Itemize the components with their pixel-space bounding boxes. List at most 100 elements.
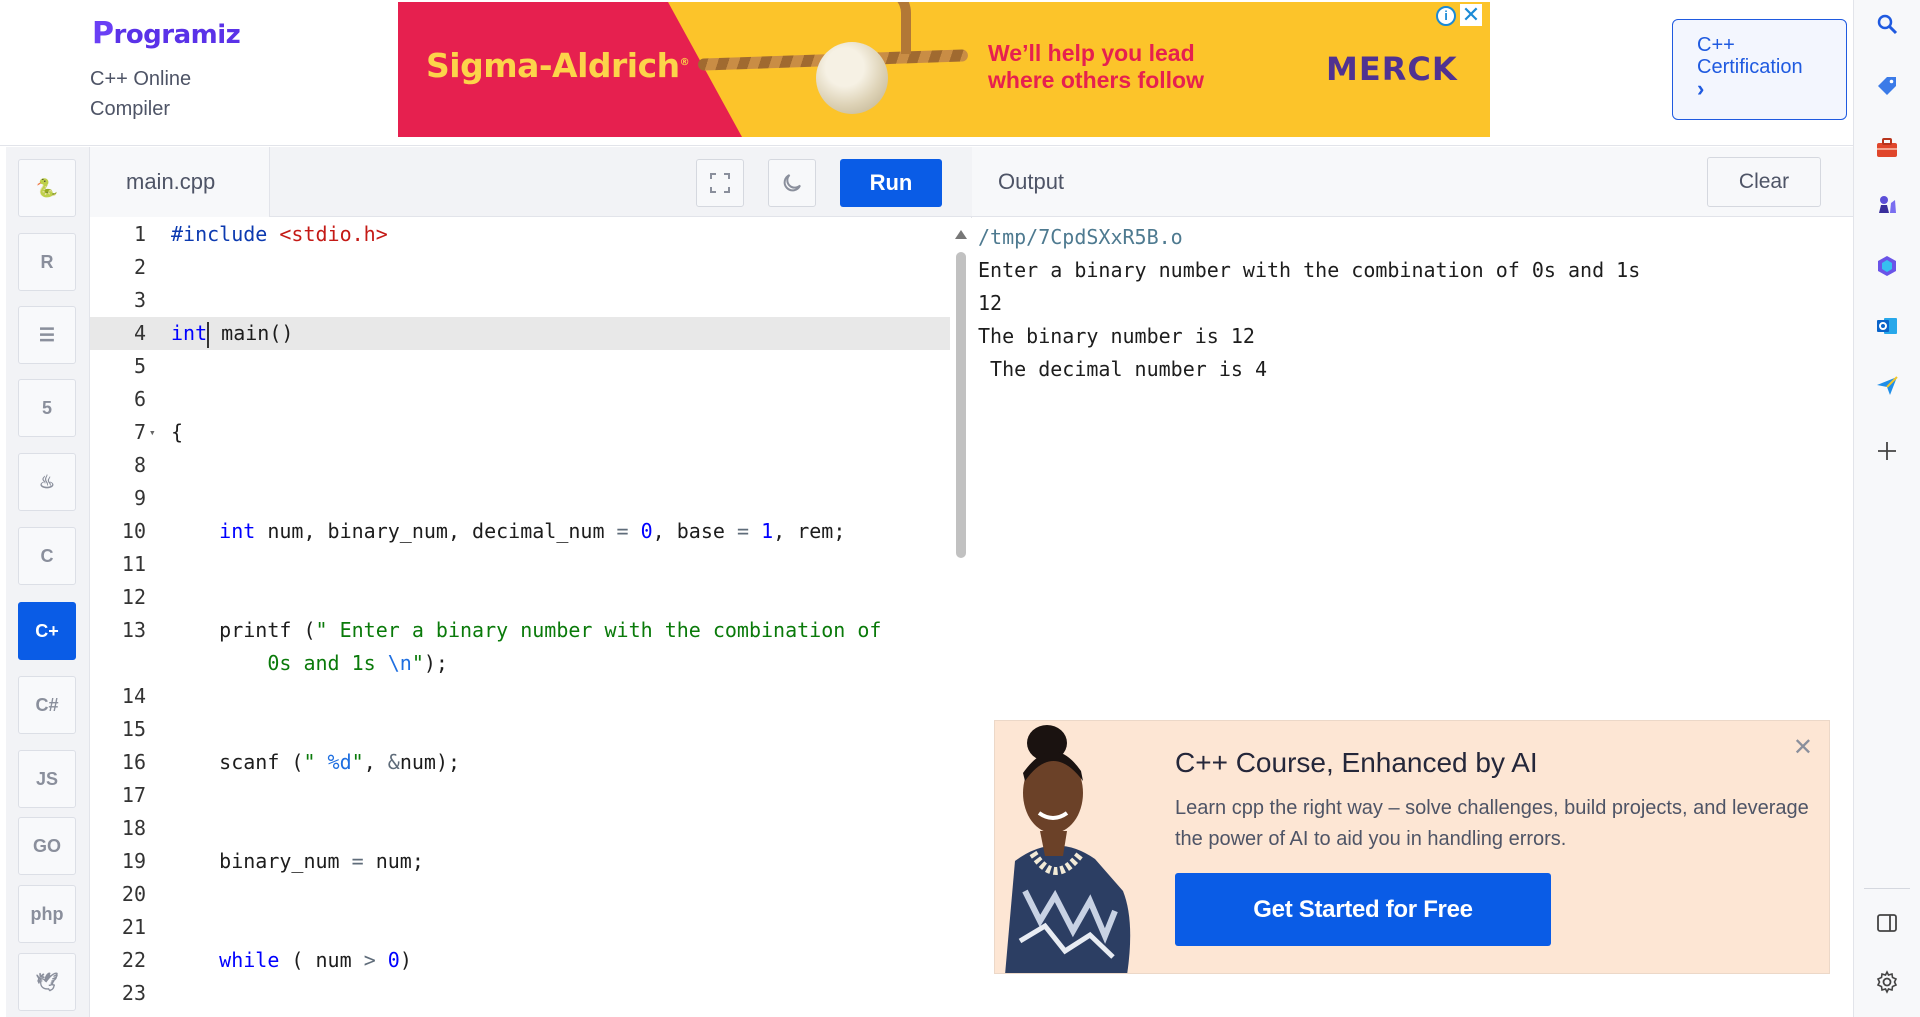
clear-button[interactable]: Clear <box>1707 157 1821 207</box>
code-line[interactable]: 17 <box>90 779 950 812</box>
code-token: = <box>351 849 364 873</box>
browser-side-rail <box>1853 0 1920 1017</box>
fold-arrow-icon[interactable]: ▾ <box>149 416 156 449</box>
output-console[interactable]: /tmp/7CpdSXxR5B.o Enter a binary number w… <box>978 221 1640 386</box>
code-line[interactable]: 3 <box>90 284 950 317</box>
search-icon[interactable] <box>1873 10 1901 38</box>
python-icon: 🐍 <box>35 177 59 198</box>
language-button-go[interactable]: GO <box>18 817 76 875</box>
dark-mode-button[interactable] <box>768 159 816 207</box>
swift-icon: 🕊 <box>35 971 59 992</box>
code-line[interactable]: 6 <box>90 383 950 416</box>
code-line[interactable]: 11 <box>90 548 950 581</box>
language-button-javascript[interactable]: JS <box>18 750 76 808</box>
code-line[interactable]: 4 int main() <box>90 317 950 350</box>
language-button-java[interactable]: ♨ <box>18 453 76 511</box>
code-token: num, binary_num, decimal_num <box>255 519 617 543</box>
code-line[interactable]: 18 <box>90 812 950 845</box>
ad-tagline: We’ll help you lead where others follow <box>988 40 1204 93</box>
code-line[interactable]: 20 <box>90 878 950 911</box>
js-icon: JS <box>35 768 59 789</box>
language-button-html[interactable]: 5 <box>18 379 76 437</box>
chess-icon[interactable] <box>1873 190 1901 218</box>
code-line[interactable]: 21 <box>90 911 950 944</box>
line-number: 11 <box>121 552 146 576</box>
course-promo-card: C++ Course, Enhanced by AI Learn cpp the… <box>994 720 1830 974</box>
promo-close-icon[interactable]: ✕ <box>1793 733 1813 762</box>
code-line[interactable]: 9 <box>90 482 950 515</box>
send-icon[interactable] <box>1873 372 1901 400</box>
code-line[interactable]: 12 <box>90 581 950 614</box>
code-token: 0 <box>387 948 400 972</box>
editor-toolbar: main.cpp Run <box>90 147 972 217</box>
code-line[interactable]: 0s and 1s \n"); <box>90 647 950 680</box>
language-button-python[interactable]: 🐍 <box>18 159 76 217</box>
copilot-icon[interactable] <box>1873 252 1901 280</box>
language-button-csharp[interactable]: C# <box>18 676 76 734</box>
certification-link[interactable]: C++ Certification › <box>1672 19 1847 120</box>
code-token: binary_num <box>171 849 352 873</box>
ad-banner[interactable]: Sigma-Aldrich® We’ll help you lead where… <box>398 2 1490 137</box>
code-line[interactable]: 7 ▾ { <box>90 416 950 449</box>
briefcase-icon[interactable] <box>1873 134 1901 162</box>
programiz-logo[interactable]: Programiz <box>92 16 241 51</box>
code-line[interactable]: 5 <box>90 350 950 383</box>
code-token: 0 <box>640 519 653 543</box>
code-line[interactable]: 15 <box>90 713 950 746</box>
add-icon[interactable] <box>1873 437 1901 465</box>
run-button[interactable]: Run <box>840 159 942 207</box>
code-line[interactable]: 22 while ( num > 0) <box>90 944 950 977</box>
code-line[interactable]: 10 int num, binary_num, decimal_num = 0,… <box>90 515 950 548</box>
promo-title: C++ Course, Enhanced by AI <box>1175 747 1538 778</box>
code-line[interactable]: 8 <box>90 449 950 482</box>
rail-divider <box>1864 888 1910 889</box>
html5-icon: 5 <box>41 397 52 418</box>
ad-close-icon[interactable]: ✕ <box>1460 4 1482 26</box>
language-button-r[interactable]: R <box>18 233 76 291</box>
language-button-php[interactable]: php <box>18 885 76 943</box>
fullscreen-button[interactable] <box>696 159 744 207</box>
language-button-swift[interactable]: 🕊 <box>18 953 76 1011</box>
line-number: 8 <box>133 453 146 477</box>
code-line[interactable]: 13 printf (" Enter a binary number with … <box>90 614 950 647</box>
editor-scrollbar[interactable] <box>950 218 972 1017</box>
code-line[interactable]: 14 <box>90 680 950 713</box>
scroll-up-arrow-icon[interactable] <box>955 230 967 239</box>
csharp-icon: C# <box>35 694 59 715</box>
language-button-sql[interactable]: ☰ <box>18 306 76 364</box>
code-token: & <box>387 750 400 774</box>
line-number: 10 <box>121 519 146 543</box>
compiler-page: Programiz C++ Online Compiler Sigma-Aldr… <box>0 0 1920 1017</box>
line-number: 17 <box>121 783 146 807</box>
tag-icon[interactable] <box>1873 72 1901 100</box>
line-number: 12 <box>121 585 146 609</box>
file-tab-main-cpp[interactable]: main.cpp <box>90 147 270 217</box>
language-button-cpp[interactable]: C+ <box>18 602 76 660</box>
outlook-icon[interactable] <box>1873 312 1901 340</box>
database-icon: ☰ <box>38 324 56 345</box>
code-line[interactable]: 23 <box>90 977 950 1010</box>
code-area[interactable]: 1 #include <stdio.h> 2 3 4 int main() 5 6 7 ▾{8 9 1… <box>90 218 950 1017</box>
ad-info-icon[interactable]: i <box>1436 6 1456 26</box>
line-number: 3 <box>133 288 146 312</box>
code-line[interactable]: 19 binary_num = num; <box>90 845 950 878</box>
line-number: 18 <box>121 816 146 840</box>
code-line[interactable]: 16 scanf (" %d", &num); <box>90 746 950 779</box>
code-line[interactable]: 1 #include <stdio.h> <box>90 218 950 251</box>
code-token: num; <box>363 849 424 873</box>
php-icon: php <box>30 903 64 924</box>
code-line[interactable]: 2 <box>90 251 950 284</box>
scrollbar-thumb[interactable] <box>956 252 966 558</box>
code-token: , base <box>652 519 737 543</box>
line-number: 20 <box>121 882 146 906</box>
code-text: int num, binary_num, decimal_num = 0, ba… <box>171 515 845 548</box>
settings-icon[interactable] <box>1873 968 1901 996</box>
promo-description: Learn cpp the right way – solve challeng… <box>1175 797 1809 850</box>
sidebar-toggle-icon[interactable] <box>1873 909 1901 937</box>
get-started-button[interactable]: Get Started for Free <box>1175 873 1551 946</box>
language-button-c[interactable]: C <box>18 527 76 585</box>
code-text: { <box>171 416 183 449</box>
code-token: " <box>303 750 328 774</box>
